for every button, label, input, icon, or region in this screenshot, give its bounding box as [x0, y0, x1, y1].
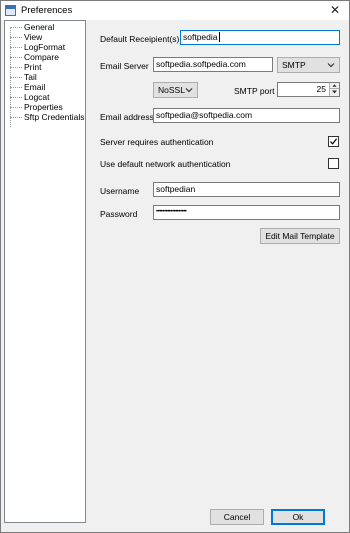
tree-item-logcat[interactable]: Logcat — [8, 92, 50, 102]
tree-item-tail[interactable]: Tail — [8, 72, 37, 82]
username-label: Username — [100, 186, 140, 196]
email-address-input[interactable]: softpedia@softpedia.com — [153, 108, 340, 123]
email-server-label: Email Server — [100, 61, 149, 71]
password-label: Password — [100, 209, 138, 219]
app-window-icon — [5, 5, 16, 16]
close-icon[interactable]: ✕ — [327, 3, 343, 17]
chevron-down-icon — [185, 88, 193, 93]
default-recipient-input[interactable]: softpedia — [180, 30, 340, 45]
protocol-select[interactable]: SMTP — [277, 57, 340, 73]
window-title: Preferences — [21, 5, 73, 16]
tree-item-properties[interactable]: Properties — [8, 102, 63, 112]
requires-auth-label: Server requires authentication — [100, 137, 214, 147]
smtp-port-value: 25 — [316, 84, 326, 94]
smtp-port-label: SMTP port — [234, 86, 275, 96]
preferences-window: Preferences ✕ General View LogFormat Com… — [0, 0, 350, 533]
tree-item-email[interactable]: Email — [8, 82, 45, 92]
tree-item-print[interactable]: Print — [8, 62, 41, 72]
protocol-select-value: SMTP — [282, 60, 306, 70]
email-address-label: Email address — [100, 112, 154, 122]
ssl-select[interactable]: NoSSL — [153, 82, 198, 98]
checkmark-icon — [330, 138, 338, 145]
tree-item-logformat[interactable]: LogFormat — [8, 42, 65, 52]
default-recipient-label: Default Receipient(s) — [100, 34, 180, 44]
chevron-down-icon — [327, 63, 335, 68]
email-server-input[interactable]: softpedia.softpedia.com — [153, 57, 273, 72]
default-network-auth-label: Use default network authentication — [100, 159, 231, 169]
smtp-port-spinner[interactable]: 25 — [277, 82, 340, 97]
tree-item-compare[interactable]: Compare — [8, 52, 59, 62]
title-bar: Preferences ✕ — [1, 1, 349, 20]
cancel-button[interactable]: Cancel — [210, 509, 264, 525]
tree-item-view[interactable]: View — [8, 32, 42, 42]
requires-auth-checkbox[interactable] — [328, 136, 339, 147]
username-input[interactable]: softpedian — [153, 182, 340, 197]
edit-mail-template-button[interactable]: Edit Mail Template — [260, 228, 340, 244]
preferences-tree: General View LogFormat Compare Print Tai… — [4, 20, 86, 523]
password-input[interactable]: ••••••••••••••••••• — [153, 205, 340, 220]
ok-button[interactable]: Ok — [271, 509, 325, 525]
ssl-select-value: NoSSL — [158, 85, 185, 95]
spinner-buttons — [329, 83, 339, 96]
tree-item-general[interactable]: General — [8, 22, 54, 32]
spin-down-icon[interactable] — [330, 89, 339, 95]
tree-item-sftp-credentials[interactable]: Sftp Credentials — [8, 112, 84, 122]
default-network-auth-checkbox[interactable] — [328, 158, 339, 169]
